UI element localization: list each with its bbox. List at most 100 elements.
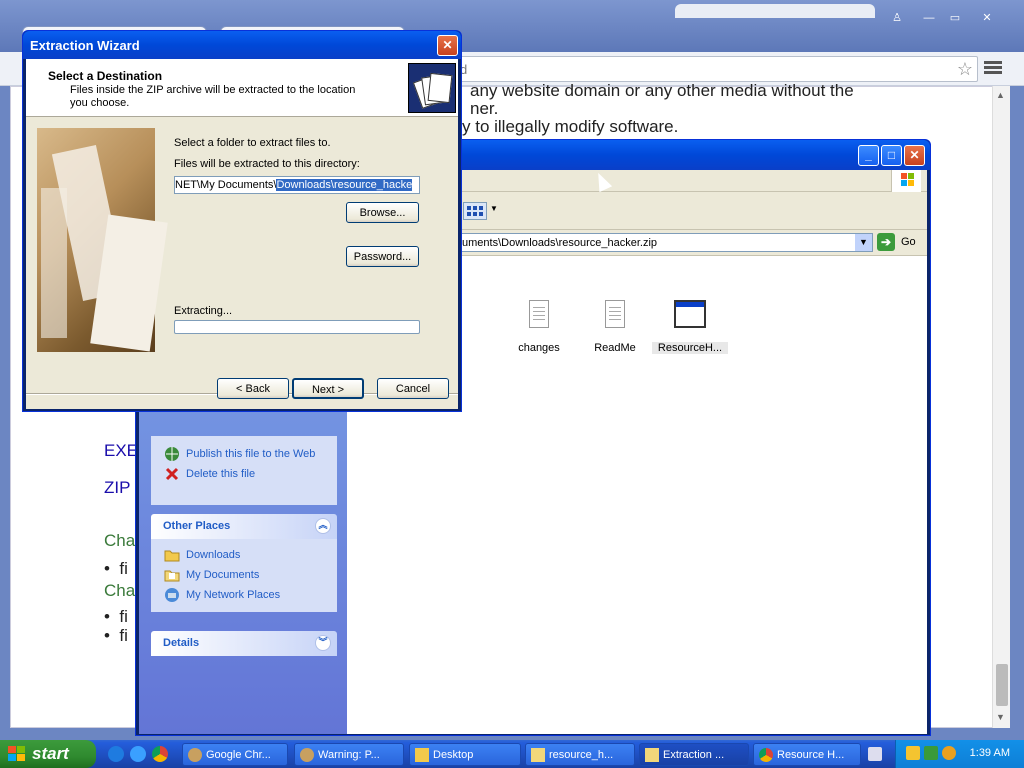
scroll-thumb[interactable]: [996, 664, 1008, 706]
folder-icon: [415, 748, 429, 762]
search-icon[interactable]: [942, 746, 956, 760]
page-link-zip[interactable]: ZIP: [104, 478, 130, 498]
address-field[interactable]: uments\Downloads\resource_hacker.zip ▼: [461, 233, 873, 252]
my-documents-link[interactable]: My Documents: [186, 569, 259, 581]
page-heading: Cha: [104, 581, 136, 600]
taskbar-item-google-chrome[interactable]: Google Chr...: [182, 743, 288, 766]
destination-directory-field[interactable]: NET\My Documents\Downloads\resource_hack…: [174, 176, 420, 194]
globe-icon: [165, 447, 179, 461]
wizard-subheading: Files inside the ZIP archive will be ext…: [70, 84, 356, 109]
taskbar-item-label: Desktop: [433, 749, 474, 761]
downloads-link[interactable]: Downloads: [186, 549, 240, 561]
windows-logo-icon: [891, 170, 921, 192]
taskbar-item-resource-hacker[interactable]: Resource H...: [753, 743, 861, 766]
cancel-button[interactable]: Cancel: [377, 378, 449, 399]
directory-prefix: NET\My Documents\: [175, 179, 277, 191]
file-label: ResourceH...: [652, 342, 728, 354]
select-folder-label: Select a folder to extract files to.: [174, 137, 331, 149]
taskbar-item-resource-hacker-zip[interactable]: resource_h...: [525, 743, 635, 766]
go-button[interactable]: ➔ Go: [877, 233, 921, 252]
internet-explorer-icon[interactable]: [108, 746, 124, 762]
chrome-tab[interactable]: [675, 4, 875, 18]
bug-icon: [300, 748, 314, 762]
profile-icon[interactable]: ♙: [886, 10, 908, 26]
wizard-side-image: [37, 128, 168, 352]
wizard-title: Extraction Wizard: [30, 38, 140, 53]
network-icon[interactable]: [924, 746, 938, 760]
wizard-heading: Select a Destination: [48, 69, 163, 83]
minimize-button[interactable]: —: [918, 10, 940, 26]
taskbar-item-label: Resource H...: [777, 749, 845, 761]
folder-icon: [164, 550, 180, 562]
address-bar[interactable]: d ☆: [455, 56, 978, 82]
wizard-title-bar[interactable]: Extraction Wizard ✕: [23, 31, 461, 59]
start-label: start: [32, 744, 69, 763]
security-shield-icon[interactable]: [906, 746, 920, 760]
details-title: Details: [163, 637, 200, 649]
maximize-button[interactable]: □: [881, 145, 902, 166]
keyboard-icon[interactable]: [868, 747, 882, 761]
close-button[interactable]: ✕: [976, 10, 998, 26]
address-text: uments\Downloads\resource_hacker.zip: [462, 237, 658, 249]
next-button[interactable]: Next >: [292, 378, 364, 399]
minimize-button[interactable]: _: [858, 145, 879, 166]
other-places-title: Other Places: [163, 520, 231, 532]
file-label: ReadMe: [594, 342, 636, 354]
quicklaunch-icon[interactable]: [130, 746, 146, 762]
publish-to-web-link[interactable]: Publish this file to the Web: [186, 448, 315, 460]
page-text-line: any website domain or any other media wi…: [470, 81, 854, 100]
file-label: changes: [518, 342, 560, 354]
views-dropdown-icon[interactable]: ▼: [490, 204, 498, 213]
close-button[interactable]: ✕: [437, 35, 458, 56]
other-places-header[interactable]: Other Places ︽: [151, 514, 337, 539]
bug-icon: [188, 748, 202, 762]
taskbar-item-warning[interactable]: Warning: P...: [294, 743, 404, 766]
zip-folder-icon: [645, 748, 659, 762]
page-text-line: y to illegally modify software.: [462, 117, 679, 136]
page-scrollbar[interactable]: ▲ ▼: [992, 86, 1010, 728]
back-button[interactable]: < Back: [217, 378, 289, 399]
page-bullet: • fi: [104, 607, 128, 626]
text-document-icon: [605, 300, 625, 328]
delete-file-link[interactable]: Delete this file: [186, 468, 255, 480]
bookmark-star-icon[interactable]: ☆: [957, 59, 973, 80]
password-button[interactable]: Password...: [346, 246, 419, 267]
close-button[interactable]: ✕: [904, 145, 925, 166]
expand-chevron-icon[interactable]: ︾: [315, 635, 331, 651]
go-arrow-icon: ➔: [877, 233, 895, 251]
extraction-progress-bar: [174, 320, 420, 334]
browse-button[interactable]: Browse...: [346, 202, 419, 223]
details-header[interactable]: Details ︾: [151, 631, 337, 656]
wizard-body: Select a Destination Files inside the ZI…: [26, 59, 458, 409]
start-button[interactable]: start: [0, 740, 96, 768]
folder-stack-icon: [408, 63, 456, 113]
taskbar-item-desktop[interactable]: Desktop: [409, 743, 521, 766]
delete-x-icon: [165, 467, 179, 481]
page-bullet: • fi: [104, 559, 128, 578]
page-link-exe[interactable]: EXE: [104, 441, 138, 461]
extracting-label: Extracting...: [174, 305, 233, 317]
clock: 1:39 AM: [969, 747, 1010, 759]
taskbar-item-label: Extraction ...: [663, 749, 725, 761]
extraction-wizard-dialog: Extraction Wizard ✕ Select a Destination…: [22, 30, 462, 412]
address-dropdown-icon[interactable]: ▼: [855, 234, 872, 251]
system-tray: 1:39 AM: [895, 740, 1024, 768]
taskbar-item-extraction-wizard[interactable]: Extraction ...: [639, 743, 749, 766]
page-bullet: • fi: [104, 626, 128, 645]
wizard-header: Select a Destination Files inside the ZI…: [26, 59, 458, 117]
application-window-icon: [674, 300, 706, 328]
taskbar-item-label: resource_h...: [549, 749, 614, 761]
file-tasks-panel: Publish this file to the Web Delete this…: [151, 436, 337, 505]
page-text-line: ner.: [470, 99, 499, 118]
scroll-down-icon[interactable]: ▼: [996, 712, 1005, 722]
maximize-button[interactable]: ▭: [944, 10, 966, 26]
collapse-chevron-icon[interactable]: ︽: [315, 518, 331, 534]
chrome-icon[interactable]: [152, 746, 168, 762]
directory-label: Files will be extracted to this director…: [174, 158, 360, 170]
scroll-up-icon[interactable]: ▲: [996, 90, 1005, 100]
views-icon[interactable]: [463, 202, 487, 220]
go-label: Go: [901, 236, 916, 248]
my-network-places-link[interactable]: My Network Places: [186, 589, 280, 601]
directory-selected-text: Downloads\resource_hacke: [276, 179, 413, 191]
chrome-menu-icon[interactable]: [984, 60, 1002, 76]
